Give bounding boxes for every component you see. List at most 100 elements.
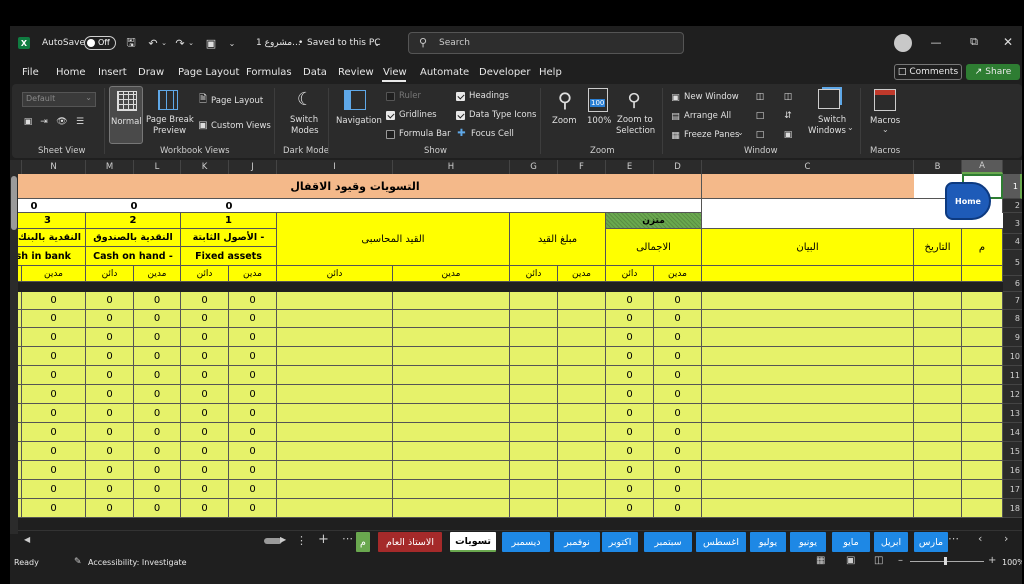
column-header-partial[interactable] — [10, 160, 22, 174]
cell-C12[interactable] — [702, 385, 914, 404]
cell-K8[interactable]: 0 — [181, 310, 229, 328]
cell-B17[interactable] — [914, 480, 962, 499]
cell-L14[interactable]: 0 — [134, 423, 181, 442]
column-header-K[interactable]: K — [181, 160, 229, 174]
hide-icon[interactable]: □ — [754, 110, 766, 122]
cell-H10[interactable] — [393, 347, 510, 366]
cell-E11[interactable]: 0 — [606, 366, 654, 385]
cell-D7[interactable]: 0 — [654, 292, 702, 310]
cell-N9[interactable]: 0 — [22, 328, 86, 347]
account-name-ar-1[interactable]: النقدية بالبنك — [10, 229, 86, 247]
cell-D9[interactable]: 0 — [654, 328, 702, 347]
cell-N16[interactable]: 0 — [22, 461, 86, 480]
page-layout-label[interactable]: Page Layout — [211, 96, 263, 106]
document-title[interactable]: مشروع 1... — [256, 38, 301, 48]
cell-K16[interactable]: 0 — [181, 461, 229, 480]
cell-M17[interactable]: 0 — [86, 480, 134, 499]
cell-B18[interactable] — [914, 499, 962, 518]
cell-A11[interactable] — [962, 366, 1003, 385]
header-debit-N[interactable]: مدين — [22, 266, 86, 282]
vertical-scroll-thumb[interactable] — [11, 176, 17, 230]
switch-modes-label-2[interactable]: Modes — [291, 126, 319, 136]
scroll-left-icon[interactable]: ◀ — [24, 535, 30, 544]
cell-E18[interactable]: 0 — [606, 499, 654, 518]
cell-M12[interactable]: 0 — [86, 385, 134, 404]
cell-C6[interactable] — [702, 266, 914, 282]
sheet-tab-9[interactable]: يونيو — [790, 532, 826, 552]
cell-C18[interactable] — [702, 499, 914, 518]
new-view-icon[interactable]: 👁 — [56, 116, 68, 128]
cell-H11[interactable] — [393, 366, 510, 385]
cell-L9[interactable]: 0 — [134, 328, 181, 347]
row-header-4[interactable]: 4 — [1003, 234, 1022, 250]
sheet-tab-10[interactable]: مايو — [832, 532, 870, 552]
cell-I8[interactable] — [277, 310, 393, 328]
cell-C17[interactable] — [702, 480, 914, 499]
minimize-icon[interactable]: — — [928, 34, 944, 50]
cell-N10[interactable]: 0 — [22, 347, 86, 366]
tab-view[interactable]: View — [383, 67, 407, 78]
cell-M16[interactable]: 0 — [86, 461, 134, 480]
scroll-right-icon[interactable]: ▶ — [280, 535, 286, 544]
cell-M13[interactable]: 0 — [86, 404, 134, 423]
page-break-status-icon[interactable]: ◫ — [874, 555, 883, 566]
cell-E9[interactable]: 0 — [606, 328, 654, 347]
cell-I17[interactable] — [277, 480, 393, 499]
cell-D17[interactable]: 0 — [654, 480, 702, 499]
cell-K10[interactable]: 0 — [181, 347, 229, 366]
cell-B16[interactable] — [914, 461, 962, 480]
row-header-13[interactable]: 13 — [1003, 404, 1022, 423]
sheet-tab-2[interactable]: تسويات — [450, 532, 496, 552]
zoom-to-selection-icon[interactable]: ⚲ — [622, 88, 646, 112]
cell-G16[interactable] — [510, 461, 558, 480]
header-credit-I[interactable]: دائن — [277, 266, 393, 282]
cell-J11[interactable]: 0 — [229, 366, 277, 385]
cell-I10[interactable] — [277, 347, 393, 366]
cell-G14[interactable] — [510, 423, 558, 442]
cell-N12[interactable]: 0 — [22, 385, 86, 404]
close-icon[interactable]: ✕ — [1000, 34, 1016, 50]
column-header-H[interactable]: H — [393, 160, 510, 174]
row-header-10[interactable]: 10 — [1003, 347, 1022, 366]
cell-A9[interactable] — [962, 328, 1003, 347]
custom-views-icon[interactable]: ▣ — [198, 119, 208, 131]
cell-F13[interactable] — [558, 404, 606, 423]
cell-C7[interactable] — [702, 292, 914, 310]
ruler-checkbox[interactable] — [386, 92, 395, 101]
cell-F12[interactable] — [558, 385, 606, 404]
cell-B13[interactable] — [914, 404, 962, 423]
status-zoom[interactable]: 100% — [1002, 558, 1022, 567]
cell-A6[interactable] — [962, 266, 1003, 282]
new-window-label[interactable]: New Window — [684, 92, 739, 102]
cell-K13[interactable]: 0 — [181, 404, 229, 423]
prev-sheet-icon[interactable]: ‹ — [978, 532, 982, 545]
macros-icon[interactable] — [874, 89, 896, 111]
arrange-all-icon[interactable]: ▤ — [670, 111, 681, 122]
home-button[interactable]: Home — [945, 182, 991, 220]
cell-K7[interactable]: 0 — [181, 292, 229, 310]
cell-N7[interactable]: 0 — [22, 292, 86, 310]
sheet-tab-12[interactable]: مارس — [914, 532, 948, 552]
cell-G9[interactable] — [510, 328, 558, 347]
cell-M10[interactable]: 0 — [86, 347, 134, 366]
redo-dropdown-icon[interactable]: ⌄ — [187, 36, 195, 50]
row-header-11[interactable]: 11 — [1003, 366, 1022, 385]
header-credit-K[interactable]: دائن — [181, 266, 229, 282]
cell-M14[interactable]: 0 — [86, 423, 134, 442]
cell-N13[interactable]: 0 — [22, 404, 86, 423]
account-avatar[interactable] — [894, 34, 912, 52]
cell-C15[interactable] — [702, 442, 914, 461]
cell-D10[interactable]: 0 — [654, 347, 702, 366]
cell-G10[interactable] — [510, 347, 558, 366]
cell-G7[interactable] — [510, 292, 558, 310]
sheet-tab-4[interactable]: نوفمبر — [554, 532, 600, 552]
spreadsheet-grid[interactable]: N M L K J I H G F E D C B A 1 2 3 4 5 6 7 8 9 10 11 12 13 14 15 16 17 1… — [10, 160, 1022, 534]
cell-L13[interactable]: 0 — [134, 404, 181, 423]
cell-C11[interactable] — [702, 366, 914, 385]
cell-N8[interactable]: 0 — [22, 310, 86, 328]
cell-M15[interactable]: 0 — [86, 442, 134, 461]
cell-F9[interactable] — [558, 328, 606, 347]
tab-page-layout[interactable]: Page Layout — [178, 67, 239, 78]
header-debit-J[interactable]: مدين — [229, 266, 277, 282]
cell-K12[interactable]: 0 — [181, 385, 229, 404]
